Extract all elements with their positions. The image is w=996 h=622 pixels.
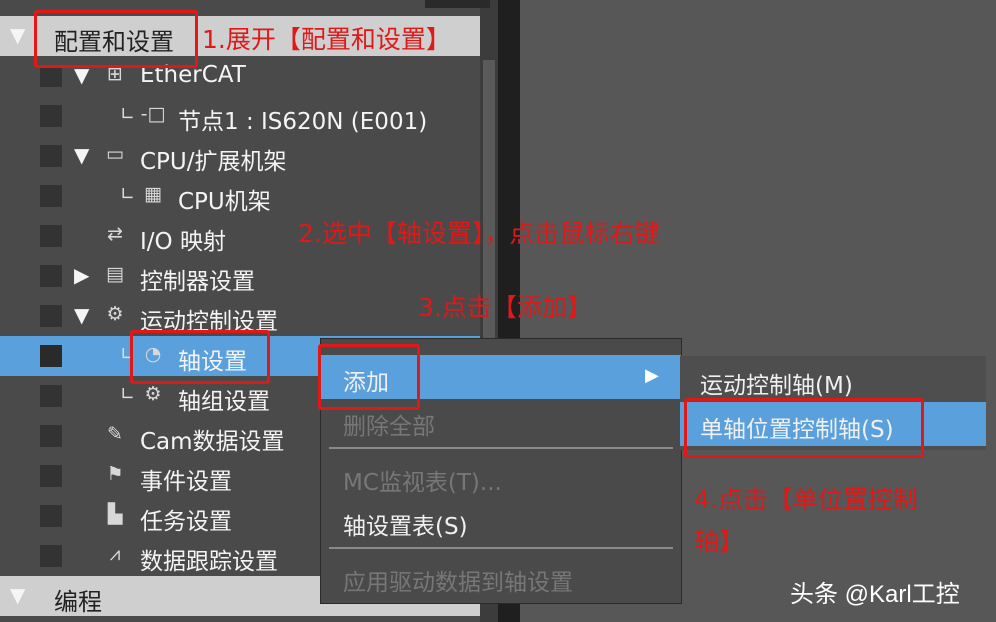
tree-connector-icon: ∟: [120, 104, 136, 125]
menu-item-mc-monitor[interactable]: MC监视表(T)...: [321, 455, 681, 499]
trace-icon: ⩘: [109, 543, 121, 565]
annotation-step2: 2.选中【轴设置】，点击鼠标右键: [298, 219, 660, 248]
expand-arrow-icon[interactable]: ▼: [10, 583, 25, 607]
submenu-item-motion-axis[interactable]: 运动控制轴(M): [680, 358, 986, 402]
checkbox[interactable]: [40, 345, 62, 367]
checkbox[interactable]: [40, 265, 62, 287]
checkbox[interactable]: [40, 385, 62, 407]
tree-item-label: 事件设置: [140, 469, 232, 495]
menu-item-label: 应用驱动数据到轴设置: [343, 570, 573, 596]
menu-item-axis-table[interactable]: 轴设置表(S): [321, 499, 681, 543]
expand-arrow-icon[interactable]: ▼: [74, 143, 89, 167]
section-programming-label: 编程: [54, 588, 102, 616]
cam-icon: ✎: [107, 423, 123, 445]
tree-item-cpu-rack[interactable]: ∟ ▦ CPU机架: [0, 176, 480, 216]
checkbox[interactable]: [40, 105, 62, 127]
annotation-step1: 1.展开【配置和设置】: [202, 25, 451, 54]
tree-item-label: CPU/扩展机架: [140, 149, 287, 175]
tree-item-label: 控制器设置: [140, 269, 255, 295]
highlight-box-config: [34, 10, 198, 68]
tree-connector-icon: ∟: [120, 384, 136, 405]
checkbox[interactable]: [40, 225, 62, 247]
checkbox[interactable]: [40, 505, 62, 527]
checkbox[interactable]: [40, 465, 62, 487]
expand-arrow-icon[interactable]: ▼: [74, 303, 89, 327]
collapse-arrow-icon[interactable]: ▶: [74, 263, 89, 287]
menu-item-label: 删除全部: [343, 414, 435, 440]
highlight-box-add: [318, 344, 420, 410]
annotation-step4-line1: 4.点击【单位置控制: [694, 485, 918, 514]
annotation-step4-line2: 轴】: [694, 527, 745, 556]
highlight-box-axis-settings: [130, 330, 270, 384]
menu-separator: [329, 547, 673, 549]
io-map-icon: ⇄: [107, 223, 123, 245]
menu-item-apply-drive[interactable]: 应用驱动数据到轴设置: [321, 555, 681, 599]
tree-item-label: I/O 映射: [140, 229, 226, 255]
menu-separator: [329, 447, 673, 449]
rack-icon: ▦: [144, 183, 162, 205]
axis-group-icon: ⚙: [144, 383, 162, 405]
submenu-item-label: 运动控制轴(M): [700, 373, 853, 399]
task-icon: ▙: [107, 503, 123, 525]
annotation-step3: 3.点击【添加】: [418, 293, 592, 322]
tree-item-node1[interactable]: ∟ -□ 节点1 : IS620N (E001): [0, 96, 480, 136]
flag-icon: ⚑: [106, 463, 124, 485]
cpu-rack-icon: ▭: [106, 143, 124, 165]
gear-icon: ⚙: [106, 303, 124, 325]
expand-arrow-icon[interactable]: ▼: [10, 23, 25, 47]
checkbox[interactable]: [40, 185, 62, 207]
tree-connector-icon: ∟: [120, 184, 136, 205]
tree-item-label: Cam数据设置: [140, 429, 285, 455]
submenu-arrow-icon: ▶: [645, 365, 659, 386]
controller-icon: ▤: [106, 263, 124, 285]
tree-item-label: 任务设置: [140, 509, 232, 535]
checkbox[interactable]: [40, 65, 62, 87]
checkbox[interactable]: [40, 545, 62, 567]
menu-item-label: 轴设置表(S): [343, 514, 468, 540]
node-icon: -□: [140, 103, 166, 125]
highlight-box-single-axis: [684, 398, 924, 458]
checkbox[interactable]: [40, 305, 62, 327]
menu-item-label: MC监视表(T)...: [343, 470, 502, 496]
top-tab: [425, 0, 490, 8]
tree-item-label: CPU机架: [178, 189, 271, 215]
tree-item-label: 节点1 : IS620N (E001): [178, 109, 428, 135]
checkbox[interactable]: [40, 145, 62, 167]
watermark: 头条 @Karl工控: [790, 581, 960, 608]
tree-item-controller[interactable]: ▶ ▤ 控制器设置: [0, 256, 480, 296]
checkbox[interactable]: [40, 425, 62, 447]
tree-item-cpu-expansion[interactable]: ▼ ▭ CPU/扩展机架: [0, 136, 480, 176]
tree-item-label: 数据跟踪设置: [140, 549, 278, 575]
tree-item-label: 轴组设置: [178, 389, 270, 415]
